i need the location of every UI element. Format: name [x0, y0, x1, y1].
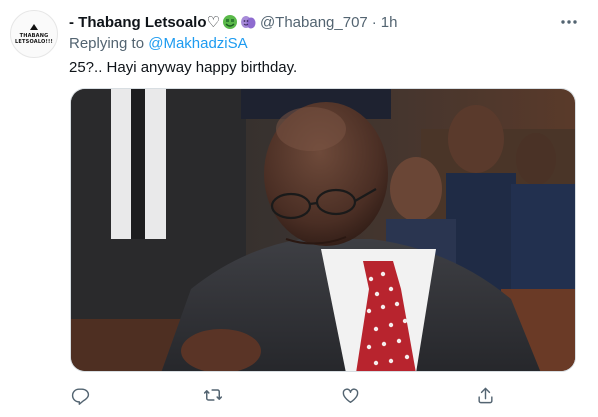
performing-arts-emoji	[240, 14, 256, 30]
tweet-header: - Thabang Letsoalo♡ @Thabang_707 · 1h	[69, 11, 558, 33]
author-handle[interactable]: @Thabang_707	[260, 14, 368, 31]
money-face-emoji	[222, 14, 238, 30]
more-icon[interactable]	[558, 11, 580, 33]
like-icon[interactable]	[339, 384, 361, 406]
tweet[interactable]: THABANG LETSOALO!!! - Thabang Letsoalo♡ …	[0, 0, 598, 417]
share-icon[interactable]	[474, 384, 496, 406]
tweet-timestamp[interactable]: 1h	[381, 14, 398, 31]
replying-to: Replying to @MakhadziSA	[69, 35, 248, 52]
author-display-name[interactable]: - Thabang Letsoalo♡	[69, 13, 220, 31]
separator-dot: ·	[371, 13, 377, 31]
avatar-text-line-2: LETSOALO!!!	[15, 38, 53, 45]
replying-to-label: Replying to	[69, 35, 145, 52]
action-bar	[69, 384, 499, 406]
tweet-media-photo[interactable]	[70, 88, 576, 372]
tweet-text: 25?.. Hayi anyway happy birthday.	[69, 59, 298, 76]
avatar-logo-icon	[30, 23, 38, 30]
reply-icon[interactable]	[69, 384, 91, 406]
retweet-icon[interactable]	[202, 384, 224, 406]
reply-mention-link[interactable]: @MakhadziSA	[148, 35, 247, 52]
avatar[interactable]: THABANG LETSOALO!!!	[10, 10, 58, 58]
photo-image	[71, 89, 575, 371]
